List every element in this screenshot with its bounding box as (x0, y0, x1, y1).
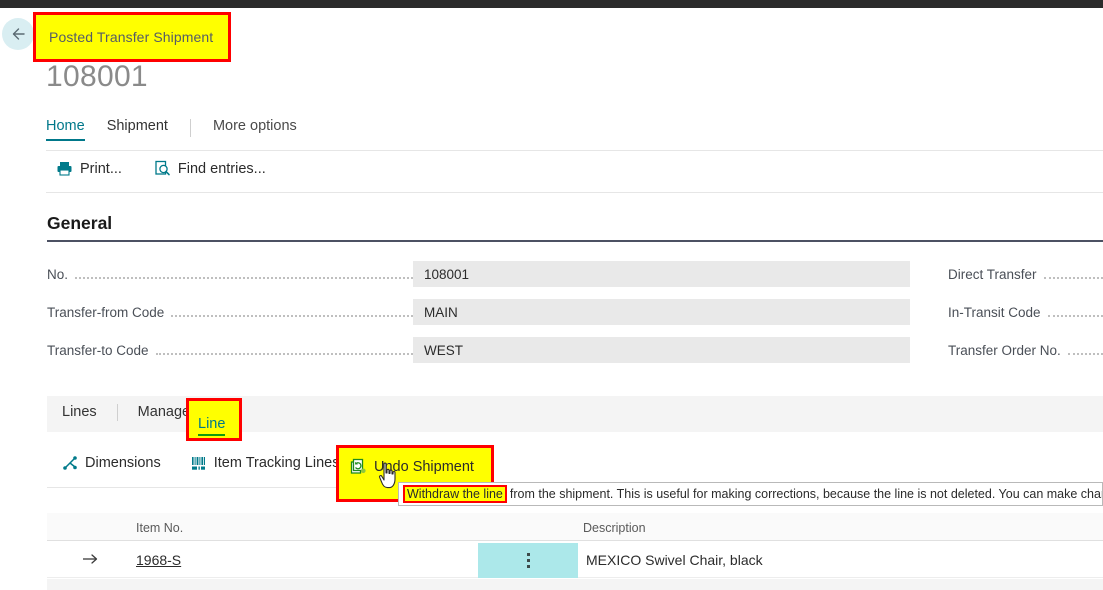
item-tracking-icon (191, 455, 207, 471)
page-caption: Posted Transfer Shipment (49, 29, 214, 45)
field-row-transfer-order-no: Transfer Order No. (948, 337, 1103, 363)
field-value-transfer-from-code[interactable]: MAIN (413, 299, 910, 325)
field-label-in-transit-code: In-Transit Code (948, 304, 1041, 320)
field-label-transfer-from-code: Transfer-from Code (47, 304, 165, 320)
more-options-icon[interactable] (526, 553, 530, 568)
page-caption-highlight: Posted Transfer Shipment (33, 12, 231, 62)
field-value-transfer-to-code[interactable]: WEST (413, 337, 910, 363)
toolbar-divider (46, 192, 1103, 193)
tooltip-highlighted-phrase: Withdraw the line (403, 485, 507, 503)
column-header-description[interactable]: Description (583, 521, 646, 535)
dotted-leader (1043, 266, 1103, 279)
field-value-no[interactable]: 108001 (413, 261, 910, 287)
dimensions-icon (62, 455, 78, 471)
dotted-leader (1047, 304, 1103, 317)
dotted-leader (155, 342, 413, 355)
lines-tab-separator (116, 404, 118, 421)
field-label-no: No. (47, 266, 69, 282)
dimensions-button-label: Dimensions (85, 455, 161, 471)
dotted-leader (75, 266, 413, 279)
mouse-cursor-pointer (378, 462, 400, 495)
tooltip-text: from the shipment. This is useful for ma… (509, 487, 1103, 501)
tab-home[interactable]: Home (46, 118, 85, 141)
row-selection-arrow-icon (82, 552, 100, 571)
general-section-divider (47, 240, 1103, 242)
print-button-label: Print... (80, 160, 122, 177)
item-tracking-lines-button-label: Item Tracking Lines (213, 455, 340, 471)
field-row-no: No. 108001 (47, 261, 910, 287)
find-entries-icon (154, 160, 171, 177)
dimensions-button[interactable]: Dimensions (62, 455, 161, 471)
ribbon-divider (46, 150, 1103, 151)
lines-tab-lines[interactable]: Lines (62, 404, 97, 424)
tab-more-options[interactable]: More options (213, 118, 297, 139)
back-button[interactable] (2, 18, 34, 50)
cell-description: MEXICO Swivel Chair, black (586, 552, 763, 568)
field-label-transfer-to-code: Transfer-to Code (47, 342, 149, 358)
lines-tab-manage[interactable]: Manage (138, 404, 190, 424)
field-label-direct-transfer: Direct Transfer (948, 266, 1037, 282)
dotted-leader (1067, 342, 1103, 355)
find-entries-button[interactable]: Find entries... (154, 160, 266, 177)
undo-shipment-button[interactable]: Undo Shipment (350, 458, 474, 475)
lines-table-header (47, 513, 1103, 541)
general-section-heading: General (47, 213, 113, 233)
document-number: 108001 (46, 60, 148, 93)
printer-icon (56, 160, 73, 177)
ribbon-action-toolbar: Print... Find entries... (56, 160, 298, 177)
undo-shipment-icon (350, 458, 367, 475)
field-row-direct-transfer: Direct Transfer (948, 261, 1103, 287)
field-row-transfer-to-code: Transfer-to Code WEST (47, 337, 910, 363)
column-header-item-no[interactable]: Item No. (136, 521, 183, 535)
field-row-in-transit-code: In-Transit Code (948, 299, 1103, 325)
tab-shipment[interactable]: Shipment (107, 118, 168, 139)
back-arrow-icon (9, 25, 27, 43)
cell-selected-indicator[interactable] (478, 543, 578, 578)
item-tracking-lines-button[interactable]: Item Tracking Lines (191, 455, 340, 471)
print-button[interactable]: Print... (56, 160, 122, 177)
window-top-bar (0, 0, 1103, 8)
ribbon-tab-strip: Home Shipment More options (46, 118, 1103, 146)
field-label-transfer-order-no: Transfer Order No. (948, 342, 1061, 358)
field-row-transfer-from-code: Transfer-from Code MAIN (47, 299, 910, 325)
line-action-toolbar: Dimensions Item Tracking Lines (62, 455, 369, 471)
lines-tab-line[interactable]: Line (198, 416, 226, 436)
undo-shipment-tooltip: Withdraw the line from the shipment. Thi… (398, 482, 1103, 506)
cell-item-no[interactable]: 1968-S (136, 552, 181, 568)
lines-table-footer (47, 579, 1103, 590)
ribbon-tab-separator (189, 119, 191, 137)
find-entries-button-label: Find entries... (177, 160, 266, 177)
dotted-leader (171, 304, 413, 317)
